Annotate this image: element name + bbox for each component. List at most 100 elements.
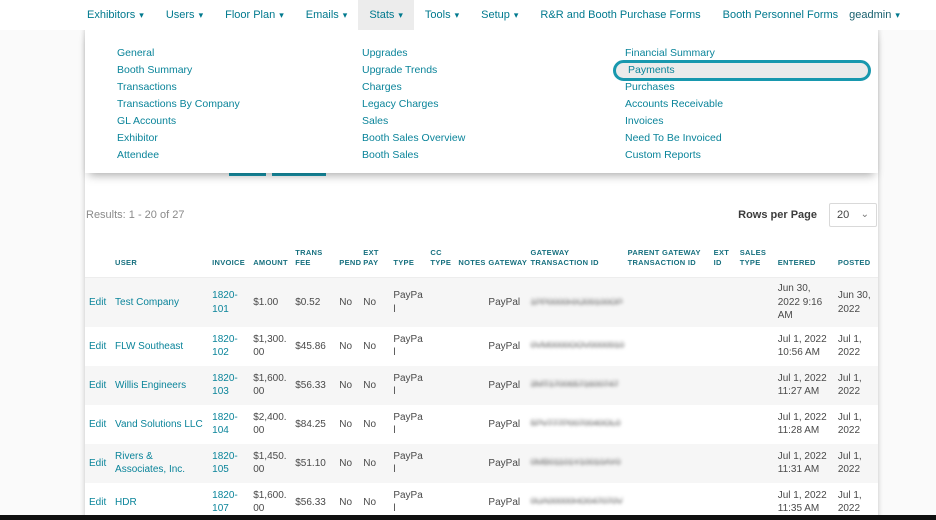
gateway-transaction-id-cell: 1PP0000HXJ09100OP <box>526 278 623 327</box>
nav-item-tools[interactable]: Tools ▾ <box>414 0 470 30</box>
edit-link[interactable]: Edit <box>89 458 106 469</box>
menu-item-upgrade-trends[interactable]: Upgrade Trends <box>350 62 570 79</box>
menu-item-transactions-by-company[interactable]: Transactions By Company <box>105 96 325 113</box>
stats-dropdown-menu: General Booth Summary Transactions Trans… <box>85 28 878 173</box>
menu-item-custom-reports[interactable]: Custom Reports <box>613 147 871 164</box>
posted-cell: Jun 30, 2022 <box>837 290 871 315</box>
menu-item-booth-summary[interactable]: Booth Summary <box>105 62 325 79</box>
nav-item-floor-plan[interactable]: Floor Plan ▾ <box>214 0 295 30</box>
results-bar: Results: 1 - 20 of 27 Rows per Page 20 ⌄ <box>85 198 878 232</box>
notes-cell <box>454 444 484 483</box>
menu-item-exhibitor[interactable]: Exhibitor <box>105 130 325 147</box>
card-body: Results: 1 - 20 of 27 Rows per Page 20 ⌄… <box>85 198 878 520</box>
cc-type-cell <box>426 405 454 444</box>
rows-per-page-label: Rows per Page <box>738 209 817 221</box>
amount-cell: $1,300.00 <box>253 333 287 359</box>
nav-item-exhibitors[interactable]: Exhibitors ▾ <box>76 0 155 30</box>
invoice-link[interactable]: 1820-103 <box>212 373 238 398</box>
rows-per-page-control: Rows per Page 20 ⌄ <box>738 203 877 227</box>
sales-type-cell <box>736 366 774 405</box>
edit-link[interactable]: Edit <box>89 419 106 430</box>
invoice-link[interactable]: 1820-107 <box>212 490 238 515</box>
edit-link[interactable]: Edit <box>89 341 106 352</box>
trans-fee-cell: $0.52 <box>295 296 321 308</box>
nav-item-setup[interactable]: Setup ▾ <box>470 0 529 30</box>
caret-down-icon: ▾ <box>279 9 284 20</box>
table-header-row: USER INVOICE AMOUNT TRANS FEE PEND EXT P… <box>85 238 878 279</box>
notes-cell <box>454 405 484 444</box>
menu-item-general[interactable]: General <box>105 45 325 62</box>
nav-item-label: Booth Personnel Forms <box>722 9 839 21</box>
entered-cell: Jul 1, 2022 11:31 AM <box>777 450 827 476</box>
invoice-link[interactable]: 1820-101 <box>212 290 238 315</box>
user-menu-geadmin[interactable]: geadmin ▾ <box>849 0 900 30</box>
col-header-user: USER <box>111 238 209 279</box>
user-company-link[interactable]: HDR <box>115 497 137 508</box>
table-row: Edit Vand Solutions LLC 1820-104 $2,400.… <box>85 405 878 444</box>
menu-item-transactions[interactable]: Transactions <box>105 79 325 96</box>
pend-cell: No <box>339 457 353 469</box>
menu-item-sales[interactable]: Sales <box>350 113 570 130</box>
nav-item-rr-booth-purchase-forms[interactable]: R&R and Booth Purchase Forms <box>529 0 711 30</box>
amount-cell: $1,600.00 <box>253 372 287 398</box>
user-company-link[interactable]: Vand Solutions LLC <box>115 419 203 430</box>
hidden-tab-underline <box>272 173 326 176</box>
ext-id-cell <box>710 327 736 366</box>
posted-cell: Jul 1, 2022 <box>837 372 862 398</box>
rows-per-page-value: 20 <box>837 209 850 221</box>
gateway-cell: PayPal <box>488 457 521 469</box>
trans-fee-cell: $45.86 <box>295 340 326 352</box>
user-company-link[interactable]: Willis Engineers <box>115 380 186 391</box>
user-company-link[interactable]: FLW Southeast <box>115 341 183 352</box>
nav-item-label: R&R and Booth Purchase Forms <box>540 9 701 21</box>
amount-cell: $2,400.00 <box>253 411 287 437</box>
col-header-invoice: INVOICE <box>208 238 250 279</box>
invoice-link[interactable]: 1820-102 <box>212 334 238 359</box>
menu-item-need-to-be-invoiced[interactable]: Need To Be Invoiced <box>613 130 871 147</box>
menu-item-booth-sales[interactable]: Booth Sales <box>350 147 570 164</box>
nav-item-label: Users <box>165 9 195 21</box>
ext-pay-cell: No <box>363 379 377 391</box>
table-row: Edit Willis Engineers 1820-103 $1,600.00… <box>85 365 878 405</box>
ext-id-cell <box>710 366 736 405</box>
nav-item-emails[interactable]: Emails ▾ <box>295 0 359 30</box>
nav-item-booth-personnel-forms[interactable]: Booth Personnel Forms <box>712 0 850 30</box>
type-cell: PayPal <box>393 372 423 398</box>
invoice-link[interactable]: 1820-105 <box>212 451 238 476</box>
menu-item-gl-accounts[interactable]: GL Accounts <box>105 113 325 130</box>
ext-pay-cell: No <box>363 457 377 469</box>
ext-id-cell <box>710 444 736 483</box>
menu-item-purchases[interactable]: Purchases <box>613 79 871 96</box>
redacted-transaction-id: 0MB01101Y10010AY0 <box>530 457 621 469</box>
nav-item-users[interactable]: Users ▾ <box>155 0 214 30</box>
col-header-type: TYPE <box>389 238 427 279</box>
menu-item-legacy-charges[interactable]: Legacy Charges <box>350 96 570 113</box>
menu-item-upgrades[interactable]: Upgrades <box>350 45 570 62</box>
edit-link[interactable]: Edit <box>89 297 106 308</box>
user-company-link[interactable]: Test Company <box>115 297 179 308</box>
col-header-entered: ENTERED <box>773 238 834 279</box>
edit-link[interactable]: Edit <box>89 380 106 391</box>
type-cell: PayPal <box>393 411 423 437</box>
nav-item-stats[interactable]: Stats ▾ <box>358 0 414 30</box>
user-company-link[interactable]: Rivers & Associates, Inc. <box>115 451 185 476</box>
ext-pay-cell: No <box>363 418 377 430</box>
col-header-posted: POSTED <box>833 238 878 279</box>
caret-down-icon: ▾ <box>895 9 900 20</box>
edit-link[interactable]: Edit <box>89 497 106 508</box>
menu-item-booth-sales-overview[interactable]: Booth Sales Overview <box>350 130 570 147</box>
invoice-link[interactable]: 1820-104 <box>212 412 238 437</box>
trans-fee-cell: $56.33 <box>295 379 326 391</box>
top-navbar: Exhibitors ▾ Users ▾ Floor Plan ▾ Emails… <box>0 0 936 30</box>
menu-item-payments[interactable]: Payments <box>613 60 871 81</box>
menu-item-invoices[interactable]: Invoices <box>613 113 871 130</box>
menu-item-accounts-receivable[interactable]: Accounts Receivable <box>613 96 871 113</box>
col-header-notes: NOTES <box>454 238 485 279</box>
menu-item-attendee[interactable]: Attendee <box>105 147 325 164</box>
nav-item-label: Tools <box>424 9 451 21</box>
menu-item-charges[interactable]: Charges <box>350 79 570 96</box>
type-cell: PayPal <box>393 333 423 359</box>
nav-item-label: Exhibitors <box>87 9 136 21</box>
col-header-trans-fee: TRANS FEE <box>291 238 336 279</box>
rows-per-page-select[interactable]: 20 ⌄ <box>829 203 877 227</box>
